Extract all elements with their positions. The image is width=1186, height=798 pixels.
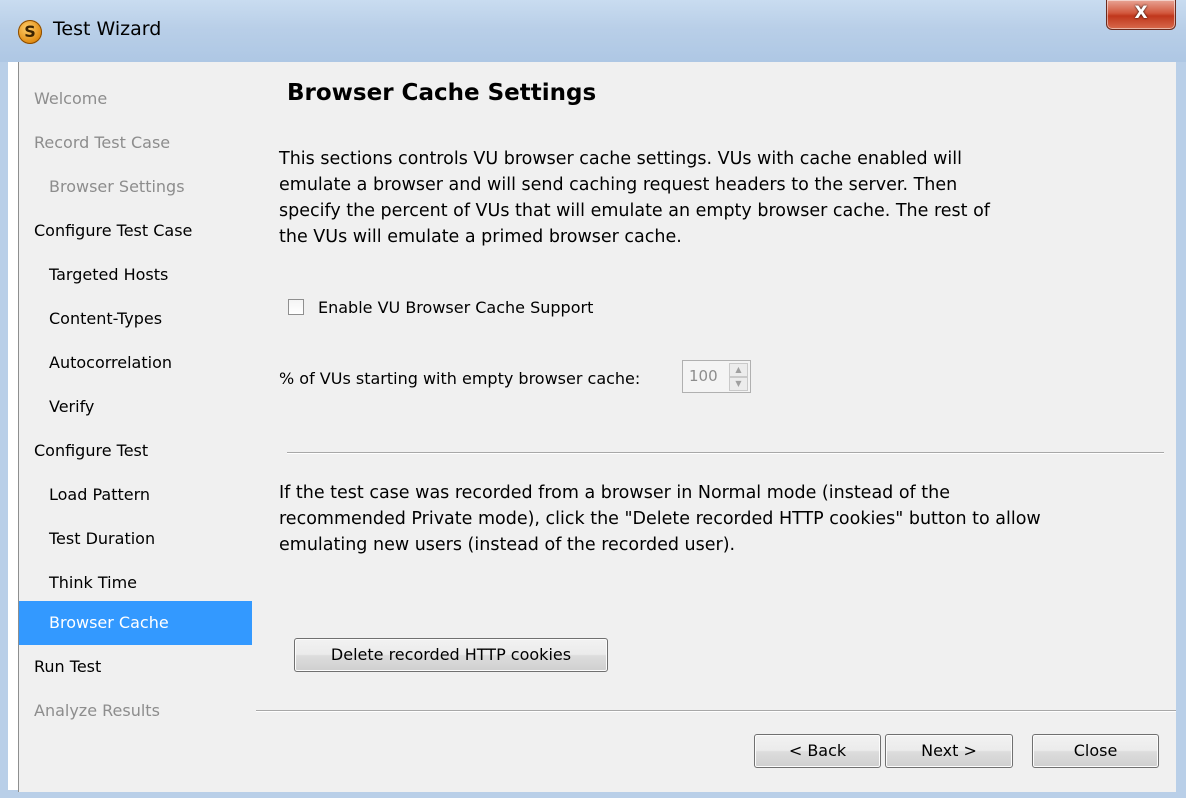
- nav-item-load-pattern[interactable]: Load Pattern: [19, 473, 252, 517]
- empty-cache-percent-spinner[interactable]: 100 ▲ ▼: [682, 360, 751, 393]
- page-title: Browser Cache Settings: [287, 80, 597, 106]
- close-button[interactable]: Close: [1032, 734, 1159, 768]
- nav-item-analyze-results[interactable]: Analyze Results: [19, 689, 252, 733]
- window-frame-left: [0, 62, 8, 798]
- nav-item-browser-cache[interactable]: Browser Cache: [19, 601, 252, 645]
- nav-item-run-test[interactable]: Run Test: [19, 645, 252, 689]
- window-close-button[interactable]: X: [1106, 0, 1176, 30]
- nav-item-welcome[interactable]: Welcome: [19, 77, 252, 121]
- spinner-down-arrow-icon[interactable]: ▼: [729, 377, 748, 391]
- nav-item-verify[interactable]: Verify: [19, 385, 252, 429]
- empty-cache-percent-label: % of VUs starting with empty browser cac…: [279, 369, 641, 388]
- cache-description-text: This sections controls VU browser cache …: [279, 149, 990, 247]
- delete-cookies-button[interactable]: Delete recorded HTTP cookies: [294, 638, 608, 672]
- next-button[interactable]: Next >: [885, 734, 1013, 768]
- nav-item-browser-settings[interactable]: Browser Settings: [19, 165, 252, 209]
- nav-item-content-types[interactable]: Content-Types: [19, 297, 252, 341]
- nav-item-configure-test[interactable]: Configure Test: [19, 429, 252, 473]
- nav-item-autocorrelation[interactable]: Autocorrelation: [19, 341, 252, 385]
- wizard-step-list: Welcome Record Test Case Browser Setting…: [18, 62, 253, 792]
- nav-item-think-time[interactable]: Think Time: [19, 561, 252, 605]
- cookies-description-text: If the test case was recorded from a bro…: [279, 483, 1041, 555]
- close-icon: X: [1134, 3, 1148, 23]
- footer-divider: [256, 710, 1176, 712]
- nav-item-test-duration[interactable]: Test Duration: [19, 517, 252, 561]
- nav-item-targeted-hosts[interactable]: Targeted Hosts: [19, 253, 252, 297]
- wizard-content-panel: Browser Cache Settings This sections con…: [252, 62, 1176, 792]
- nav-item-record-test-case[interactable]: Record Test Case: [19, 121, 252, 165]
- enable-cache-checkbox[interactable]: [288, 299, 304, 315]
- app-logo-icon: S: [18, 20, 42, 44]
- window-title: Test Wizard: [53, 18, 162, 40]
- window-frame-right: [1176, 62, 1186, 798]
- window-titlebar[interactable]: S Test Wizard X: [0, 0, 1186, 62]
- back-button[interactable]: < Back: [754, 734, 881, 768]
- spinner-up-arrow-icon[interactable]: ▲: [729, 363, 748, 377]
- empty-cache-percent-value[interactable]: 100: [689, 367, 718, 385]
- section-divider: [287, 452, 1164, 454]
- enable-cache-checkbox-label[interactable]: Enable VU Browser Cache Support: [318, 298, 593, 317]
- nav-item-configure-test-case[interactable]: Configure Test Case: [19, 209, 252, 253]
